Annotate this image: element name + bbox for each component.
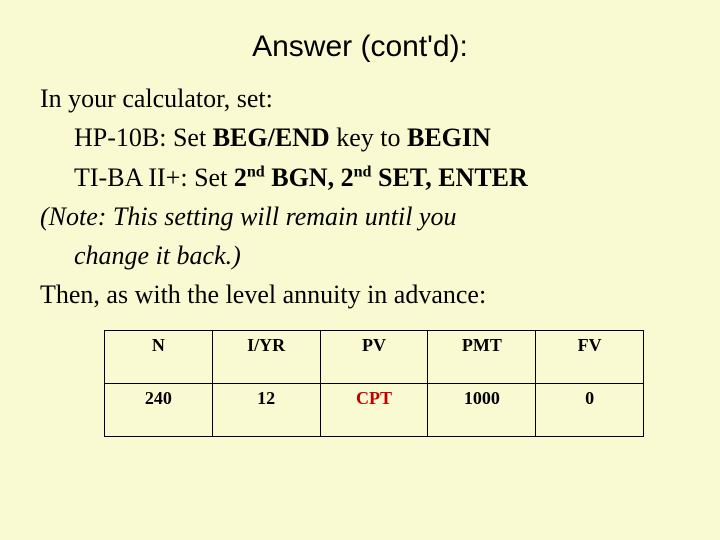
ti-ord1: nd (247, 163, 265, 180)
cell-n: 240 (105, 383, 213, 436)
lead-line: In your calculator, set: (40, 82, 680, 115)
ti-k1a: 2 (234, 163, 247, 192)
col-pv: PV (320, 330, 428, 383)
calc-table-head: N I/YR PV PMT FV (105, 330, 644, 383)
hp-key: BEG/END (213, 123, 330, 152)
note-line2: change it back.) (40, 239, 680, 272)
col-n: N (105, 330, 213, 383)
ti-k1c: BGN, 2 (265, 163, 354, 192)
slide-body: In your calculator, set: HP-10B: Set BEG… (40, 82, 680, 312)
table-row: 240 12 CPT 1000 0 (105, 383, 644, 436)
cell-pmt: 1000 (428, 383, 536, 436)
hp-mid: key to (330, 123, 407, 152)
col-pmt: PMT (428, 330, 536, 383)
calc-table-body: 240 12 CPT 1000 0 (105, 383, 644, 436)
hp-label: HP-10B: Set (74, 123, 213, 152)
cell-fv: 0 (536, 383, 644, 436)
hp-line: HP-10B: Set BEG/END key to BEGIN (40, 121, 680, 154)
ti-line: TI-BA II+: Set 2nd BGN, 2nd SET, ENTER (40, 161, 680, 194)
ti-ord2: nd (354, 163, 372, 180)
slide: Answer (cont'd): In your calculator, set… (0, 0, 720, 540)
col-fv: FV (536, 330, 644, 383)
slide-title: Answer (cont'd): (40, 30, 680, 64)
hp-val: BEGIN (407, 123, 491, 152)
ti-label: TI-BA II+: Set (74, 163, 234, 192)
calc-table: N I/YR PV PMT FV 240 12 CPT 1000 0 (104, 330, 644, 437)
cell-iyr: 12 (212, 383, 320, 436)
col-iyr: I/YR (212, 330, 320, 383)
calc-table-wrap: N I/YR PV PMT FV 240 12 CPT 1000 0 (104, 330, 680, 437)
ti-k1e: SET, ENTER (372, 163, 528, 192)
then-line: Then, as with the level annuity in advan… (40, 278, 680, 311)
note-line1: (Note: This setting will remain until yo… (40, 200, 680, 233)
cell-pv: CPT (320, 383, 428, 436)
table-header-row: N I/YR PV PMT FV (105, 330, 644, 383)
